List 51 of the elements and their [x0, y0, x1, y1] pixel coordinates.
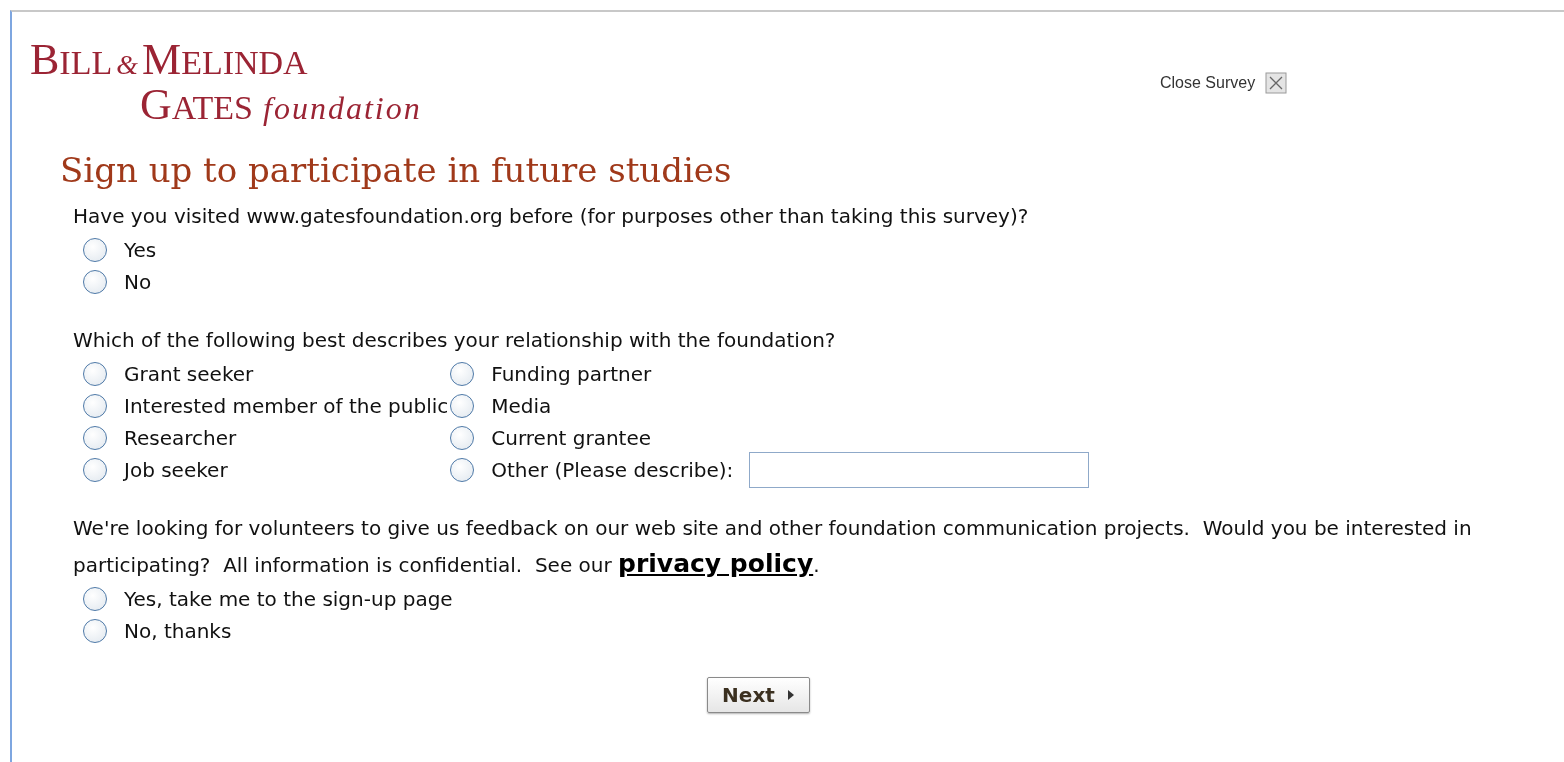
- radio-button[interactable]: [450, 426, 475, 450]
- radio-option[interactable]: Grant seeker: [83, 358, 449, 390]
- privacy-policy-link[interactable]: privacy policy: [618, 549, 814, 578]
- logo-text: GATES: [140, 85, 253, 128]
- radio-button[interactable]: [450, 394, 475, 418]
- radio-option[interactable]: Yes, take me to the sign-up page: [83, 583, 1564, 615]
- next-button[interactable]: Next: [707, 677, 810, 713]
- question-text: Have you visited www.gatesfoundation.org before (for purposes other than taking this survey)?: [73, 203, 1030, 230]
- describe-field[interactable]: [749, 452, 1090, 488]
- radio-button[interactable]: [450, 458, 475, 482]
- option-label: Job seeker: [124, 458, 228, 482]
- option-label: Funding partner: [491, 362, 652, 386]
- radio-button[interactable]: [83, 458, 107, 482]
- option-label: No, thanks: [124, 619, 232, 643]
- radio-button[interactable]: [83, 238, 107, 262]
- radio-option[interactable]: Other (Please describe):: [450, 454, 1090, 486]
- radio-option[interactable]: Interested member of the public: [83, 390, 449, 422]
- radio-button[interactable]: [450, 362, 475, 386]
- radio-button[interactable]: [83, 587, 107, 611]
- logo-text: foundation: [263, 89, 422, 128]
- question-text: We're looking for volunteers to give us feedback on our web site and other foundation communication projects. Would you be interested in participating? All information is confidential. See our privacy policy.: [73, 515, 1473, 580]
- question-text: Which of the following best describes your relationship with the foundation?: [73, 327, 837, 354]
- radio-button[interactable]: [83, 362, 107, 386]
- logo-text: &: [116, 48, 138, 82]
- option-label: No: [124, 270, 152, 294]
- close-icon: [1265, 72, 1288, 94]
- radio-option[interactable]: Current grantee: [450, 422, 1090, 454]
- close-survey-button[interactable]: Close Survey: [1160, 72, 1288, 94]
- option-label: Current grantee: [491, 426, 652, 450]
- radio-option[interactable]: Job seeker: [83, 454, 449, 486]
- option-label: Yes: [124, 238, 157, 262]
- radio-option[interactable]: Funding partner: [450, 358, 1090, 390]
- radio-option[interactable]: Media: [450, 390, 1090, 422]
- radio-button[interactable]: [83, 270, 107, 294]
- option-label: Researcher: [124, 426, 237, 450]
- caret-icon: [786, 690, 795, 700]
- page-title: Sign up to participate in future studies: [60, 149, 733, 192]
- logo-text: BILL: [30, 40, 113, 83]
- option-label: Media: [491, 394, 552, 418]
- radio-option[interactable]: No: [83, 266, 1564, 298]
- radio-button[interactable]: [83, 394, 107, 418]
- radio-button[interactable]: [83, 426, 107, 450]
- radio-option[interactable]: No, thanks: [83, 615, 1564, 647]
- radio-option[interactable]: Yes: [83, 234, 1564, 266]
- option-label: Yes, take me to the sign-up page: [124, 587, 453, 611]
- logo-text: MELINDA: [142, 40, 308, 83]
- option-label: Grant seeker: [124, 362, 254, 386]
- option-label: Interested member of the public: [124, 394, 449, 418]
- option-label: Other (Please describe):: [491, 458, 734, 482]
- radio-option[interactable]: Researcher: [83, 422, 449, 454]
- radio-button[interactable]: [83, 619, 107, 643]
